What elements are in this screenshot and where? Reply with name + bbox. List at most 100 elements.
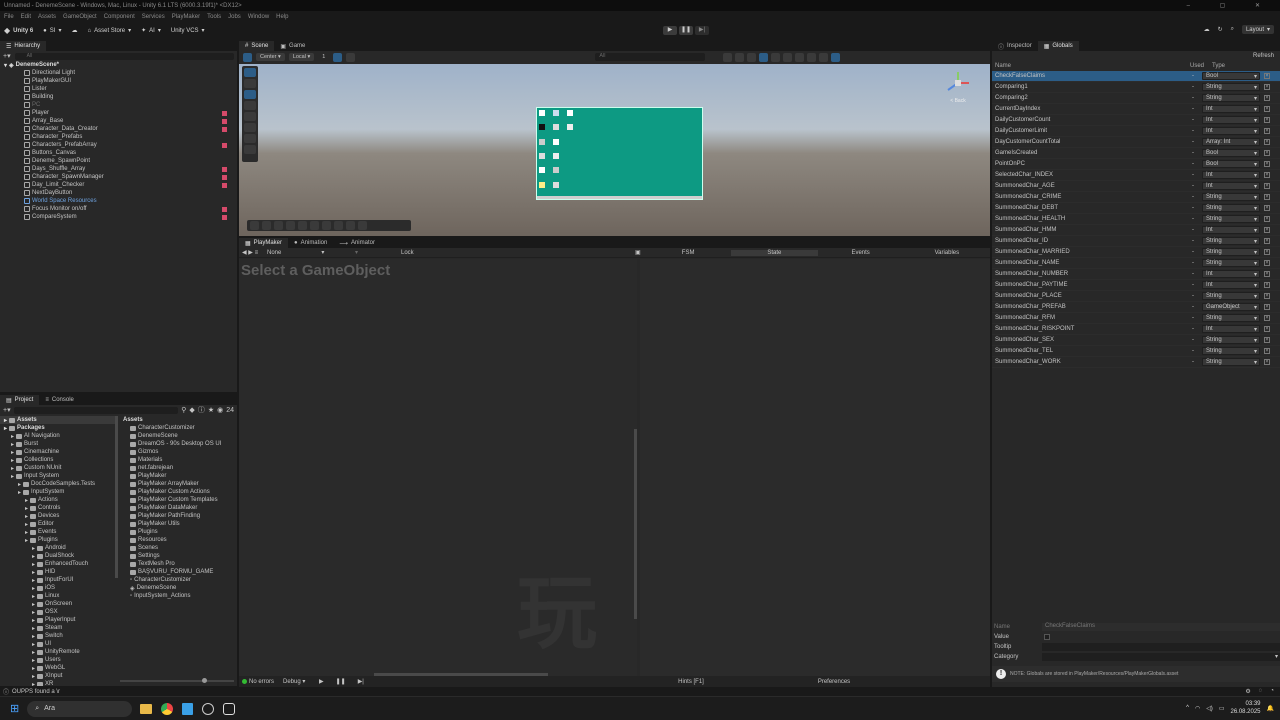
delete-variable-icon[interactable]: ×: [1264, 337, 1270, 343]
asset-item[interactable]: PlayMaker Custom Actions: [120, 488, 237, 496]
variable-type-dropdown[interactable]: String ▾: [1202, 314, 1260, 322]
fsm-graph-view[interactable]: Select a GameObject 玩: [239, 259, 637, 677]
menu-edit[interactable]: Edit: [21, 14, 31, 20]
asset-item[interactable]: PlayMaker Custom Templates: [120, 496, 237, 504]
hierarchy-item[interactable]: Array_Base: [0, 117, 237, 125]
delete-variable-icon[interactable]: ×: [1264, 359, 1270, 365]
menu-jobs[interactable]: Jobs: [228, 14, 241, 20]
global-variable-row[interactable]: SummonedChar_TEL - String ▾ ×: [992, 346, 1280, 357]
tab-variables[interactable]: Variables: [904, 250, 990, 256]
tab-state[interactable]: State: [731, 249, 818, 256]
expand-arrow-icon[interactable]: ▸: [32, 585, 35, 592]
chrome-icon[interactable]: [161, 702, 174, 715]
global-variable-row[interactable]: SummonedChar_AGE - Int ▾ ×: [992, 181, 1280, 192]
asset-item[interactable]: ◈ DenemeScene: [120, 584, 237, 592]
hierarchy-item[interactable]: NextDayButton: [0, 189, 237, 197]
project-tree-item[interactable]: ▸ Linux: [0, 592, 118, 600]
hints-button[interactable]: Hints [F1]: [651, 679, 731, 685]
asset-item[interactable]: ▫ InputSystem_Actions: [120, 592, 237, 600]
delete-variable-icon[interactable]: ×: [1264, 117, 1270, 123]
github-icon[interactable]: [202, 702, 215, 715]
asset-item[interactable]: Scenes: [120, 544, 237, 552]
rect-tool-icon[interactable]: [244, 123, 256, 132]
vcs-button[interactable]: Unity VCS ▾: [171, 27, 205, 35]
windows-start-icon[interactable]: ⊞: [10, 702, 19, 715]
menu-component[interactable]: Component: [104, 14, 135, 20]
delete-variable-icon[interactable]: ×: [1264, 304, 1270, 310]
variable-type-dropdown[interactable]: Int ▾: [1202, 270, 1260, 278]
global-variable-row[interactable]: DayCustomerCountTotal - Array: Int ▾ ×: [992, 137, 1280, 148]
variable-type-dropdown[interactable]: Int ▾: [1202, 226, 1260, 234]
project-tree-item[interactable]: ▸ XInput: [0, 672, 118, 680]
asset-item[interactable]: Resources: [120, 536, 237, 544]
asset-item[interactable]: ▫ CharacterCustomizer: [120, 576, 237, 584]
delete-variable-icon[interactable]: ×: [1264, 293, 1270, 299]
global-variable-row[interactable]: SummonedChar_CRIME - String ▾ ×: [992, 192, 1280, 203]
label-icon[interactable]: ◆: [189, 406, 194, 414]
overlay-tool-icon[interactable]: [286, 221, 295, 230]
overlay-tool-icon[interactable]: [262, 221, 271, 230]
variable-type-dropdown[interactable]: Array: Int ▾: [1202, 138, 1260, 146]
expand-arrow-icon[interactable]: ▸: [4, 425, 7, 432]
global-variable-row[interactable]: Comparing1 - String ▾ ×: [992, 82, 1280, 93]
battery-icon[interactable]: ▭: [1219, 705, 1225, 712]
asset-item[interactable]: PlayMaker DataMaker: [120, 504, 237, 512]
hierarchy-item[interactable]: Lister: [0, 85, 237, 93]
hierarchy-item[interactable]: Days_Shuffle_Array: [0, 165, 237, 173]
tab-globals[interactable]: ▦ Globals: [1037, 41, 1079, 51]
effects-icon[interactable]: [795, 52, 805, 62]
status-message[interactable]: OUPPS found a \r: [12, 689, 60, 695]
scene-gizmo[interactable]: < Back: [944, 70, 972, 106]
expand-arrow-icon[interactable]: ▸: [32, 649, 35, 656]
global-variable-row[interactable]: DailyCustomerLimit - Int ▾ ×: [992, 126, 1280, 137]
notes-icon[interactable]: [182, 702, 194, 715]
asset-store-button[interactable]: ⌂ Asset Store ▾: [87, 27, 131, 35]
global-variable-row[interactable]: SummonedChar_PLACE - String ▾ ×: [992, 291, 1280, 302]
file-explorer-icon[interactable]: [140, 703, 153, 714]
global-variable-row[interactable]: SummonedChar_HEALTH - String ▾ ×: [992, 214, 1280, 225]
refresh-button[interactable]: Refresh: [1253, 53, 1274, 59]
eye-icon[interactable]: ◉: [217, 406, 223, 414]
project-tree-item[interactable]: ▸ Switch: [0, 632, 118, 640]
variable-type-dropdown[interactable]: Int ▾: [1202, 127, 1260, 135]
variable-type-dropdown[interactable]: String ▾: [1202, 358, 1260, 366]
hierarchy-item[interactable]: PlayMakerGUI: [0, 77, 237, 85]
asset-item[interactable]: DenemeScene: [120, 432, 237, 440]
menu-assets[interactable]: Assets: [38, 14, 56, 20]
global-variable-row[interactable]: SummonedChar_HMM - Int ▾ ×: [992, 225, 1280, 236]
delete-variable-icon[interactable]: ×: [1264, 260, 1270, 266]
expand-arrow-icon[interactable]: ▸: [25, 497, 28, 504]
delete-variable-icon[interactable]: ×: [1264, 271, 1270, 277]
delete-variable-icon[interactable]: ×: [1264, 194, 1270, 200]
asset-item[interactable]: PlayMaker Utils: [120, 520, 237, 528]
play-button[interactable]: ▶: [663, 26, 677, 35]
expand-arrow-icon[interactable]: ▸: [11, 441, 14, 448]
hierarchy-item[interactable]: World Space Resources: [0, 197, 237, 205]
view-tool-icon[interactable]: [244, 68, 256, 77]
hierarchy-item[interactable]: PC: [0, 101, 237, 109]
expand-arrow-icon[interactable]: ▸: [32, 577, 35, 584]
pause-icon[interactable]: ❚❚: [336, 678, 346, 685]
global-variable-row[interactable]: SummonedChar_MARRIED - String ▾ ×: [992, 247, 1280, 258]
variable-type-dropdown[interactable]: GameObject ▾: [1202, 303, 1260, 311]
gameobject-selector[interactable]: None ▾: [263, 249, 351, 256]
project-tree-item[interactable]: ▸ Custom NUnit: [0, 464, 118, 472]
expand-arrow-icon[interactable]: ▸: [32, 609, 35, 616]
hierarchy-item[interactable]: Directional Light: [0, 69, 237, 77]
expand-arrow-icon[interactable]: ▸: [18, 489, 21, 496]
asset-item[interactable]: net.fabrejean: [120, 464, 237, 472]
project-tree-item[interactable]: ▸ Plugins: [0, 536, 118, 544]
tab-hierarchy[interactable]: ☰ Hierarchy: [0, 41, 47, 51]
progress-icon[interactable]: ◌: [1259, 688, 1263, 695]
project-tree-item[interactable]: ▸ Editor: [0, 520, 118, 528]
global-variable-row[interactable]: SummonedChar_NAME - String ▾ ×: [992, 258, 1280, 269]
hidden-objects-icon[interactable]: [807, 52, 817, 62]
project-tree-item[interactable]: ▸ Actions: [0, 496, 118, 504]
window-controls[interactable]: – ▢ ✕: [1187, 2, 1274, 9]
grid-icon[interactable]: [346, 52, 356, 62]
variable-name-field[interactable]: CheckFalseClaims: [1042, 623, 1280, 631]
hierarchy-item[interactable]: Building: [0, 93, 237, 101]
asset-item[interactable]: CharacterCustomizer: [120, 424, 237, 432]
2d-toggle-icon[interactable]: [759, 52, 769, 62]
delete-variable-icon[interactable]: ×: [1264, 106, 1270, 112]
